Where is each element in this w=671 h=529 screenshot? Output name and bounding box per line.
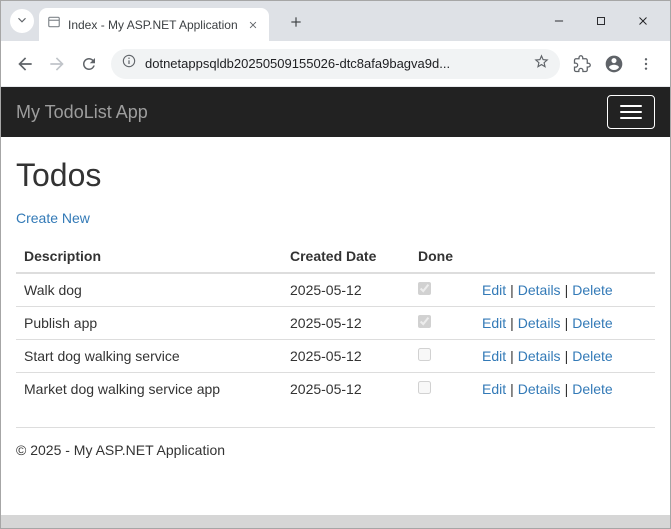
done-cell bbox=[410, 307, 474, 340]
done-cell bbox=[410, 273, 474, 307]
edit-link[interactable]: Edit bbox=[482, 315, 506, 331]
actions-cell: Edit|Details|Delete bbox=[474, 273, 655, 307]
done-checkbox bbox=[418, 315, 431, 328]
todos-table: Description Created Date Done Walk dog 2… bbox=[16, 240, 655, 405]
details-link[interactable]: Details bbox=[518, 315, 561, 331]
actions-cell: Edit|Details|Delete bbox=[474, 307, 655, 340]
tab-close-button[interactable] bbox=[244, 16, 261, 33]
created-date-cell: 2025-05-12 bbox=[282, 307, 410, 340]
description-cell: Walk dog bbox=[16, 273, 282, 307]
address-bar[interactable]: dotnetappsqldb20250509155026-dtc8afa9bag… bbox=[111, 49, 560, 79]
url-text[interactable]: dotnetappsqldb20250509155026-dtc8afa9bag… bbox=[145, 56, 533, 71]
bookmark-star-icon[interactable] bbox=[533, 53, 550, 75]
site-navbar: My TodoList App bbox=[1, 87, 670, 137]
table-row: Publish app 2025-05-12 Edit|Details|Dele… bbox=[16, 307, 655, 340]
browser-menu-button[interactable] bbox=[630, 48, 662, 80]
maximize-button[interactable] bbox=[580, 1, 622, 41]
header-description: Description bbox=[16, 240, 282, 273]
done-checkbox bbox=[418, 348, 431, 361]
tab-search-button[interactable] bbox=[10, 9, 34, 33]
page-content: Todos Create New Description Created Dat… bbox=[1, 157, 670, 472]
delete-link[interactable]: Delete bbox=[572, 381, 612, 397]
done-cell bbox=[410, 373, 474, 406]
minimize-button[interactable] bbox=[538, 1, 580, 41]
separator: | bbox=[510, 381, 514, 397]
description-cell: Publish app bbox=[16, 307, 282, 340]
back-button[interactable] bbox=[9, 48, 41, 80]
created-date-cell: 2025-05-12 bbox=[282, 273, 410, 307]
created-date-cell: 2025-05-12 bbox=[282, 340, 410, 373]
description-cell: Market dog walking service app bbox=[16, 373, 282, 406]
footer-text: © 2025 - My ASP.NET Application bbox=[16, 428, 655, 472]
edit-link[interactable]: Edit bbox=[482, 282, 506, 298]
details-link[interactable]: Details bbox=[518, 381, 561, 397]
table-row: Start dog walking service 2025-05-12 Edi… bbox=[16, 340, 655, 373]
forward-button[interactable] bbox=[41, 48, 73, 80]
create-new-link[interactable]: Create New bbox=[16, 210, 90, 226]
actions-cell: Edit|Details|Delete bbox=[474, 340, 655, 373]
browser-tab[interactable]: Index - My ASP.NET Application bbox=[39, 8, 269, 41]
extensions-icon[interactable] bbox=[566, 48, 598, 80]
separator: | bbox=[565, 315, 569, 331]
close-button[interactable] bbox=[622, 1, 664, 41]
details-link[interactable]: Details bbox=[518, 348, 561, 364]
done-checkbox bbox=[418, 381, 431, 394]
delete-link[interactable]: Delete bbox=[572, 282, 612, 298]
separator: | bbox=[565, 348, 569, 364]
page-title: Todos bbox=[16, 157, 655, 194]
navbar-hamburger-button[interactable] bbox=[607, 95, 655, 129]
separator: | bbox=[510, 315, 514, 331]
reload-button[interactable] bbox=[73, 48, 105, 80]
delete-link[interactable]: Delete bbox=[572, 348, 612, 364]
separator: | bbox=[565, 282, 569, 298]
tab-strip: Index - My ASP.NET Application bbox=[1, 1, 670, 41]
created-date-cell: 2025-05-12 bbox=[282, 373, 410, 406]
edit-link[interactable]: Edit bbox=[482, 381, 506, 397]
chevron-down-icon bbox=[15, 13, 29, 30]
edit-link[interactable]: Edit bbox=[482, 348, 506, 364]
navbar-brand[interactable]: My TodoList App bbox=[16, 102, 148, 123]
details-link[interactable]: Details bbox=[518, 282, 561, 298]
hamburger-icon bbox=[620, 105, 642, 119]
separator: | bbox=[510, 282, 514, 298]
header-created-date: Created Date bbox=[282, 240, 410, 273]
separator: | bbox=[565, 381, 569, 397]
plus-icon bbox=[289, 15, 303, 32]
tab-title: Index - My ASP.NET Application bbox=[68, 18, 244, 32]
browser-window: Index - My ASP.NET Application bbox=[0, 0, 671, 529]
browser-toolbar: dotnetappsqldb20250509155026-dtc8afa9bag… bbox=[1, 41, 670, 87]
separator: | bbox=[510, 348, 514, 364]
done-cell bbox=[410, 340, 474, 373]
header-actions bbox=[474, 240, 655, 273]
header-done: Done bbox=[410, 240, 474, 273]
delete-link[interactable]: Delete bbox=[572, 315, 612, 331]
actions-cell: Edit|Details|Delete bbox=[474, 373, 655, 406]
site-info-icon[interactable] bbox=[121, 53, 137, 74]
new-tab-button[interactable] bbox=[283, 10, 309, 36]
window-controls bbox=[538, 1, 664, 41]
table-row: Market dog walking service app 2025-05-1… bbox=[16, 373, 655, 406]
done-checkbox bbox=[418, 282, 431, 295]
table-header-row: Description Created Date Done bbox=[16, 240, 655, 273]
page-favicon-icon bbox=[47, 15, 61, 34]
table-row: Walk dog 2025-05-12 Edit|Details|Delete bbox=[16, 273, 655, 307]
window-bottom-edge bbox=[1, 515, 670, 528]
profile-avatar[interactable] bbox=[598, 48, 630, 80]
description-cell: Start dog walking service bbox=[16, 340, 282, 373]
